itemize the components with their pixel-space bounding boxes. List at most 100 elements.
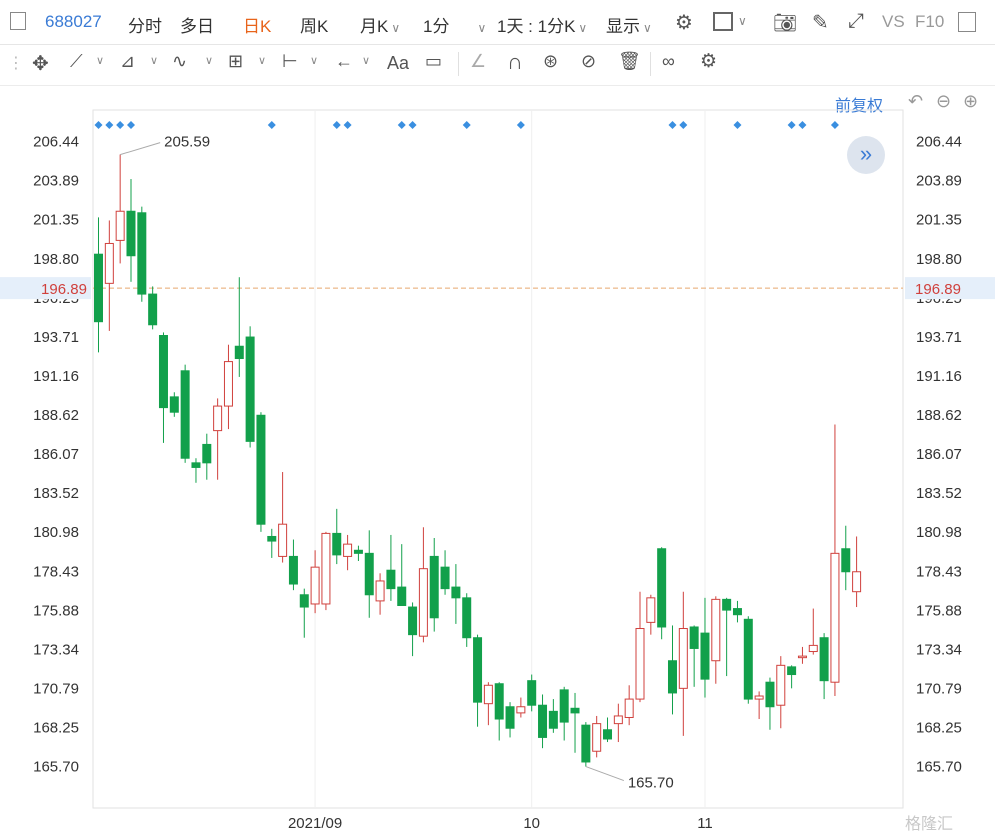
candle-body[interactable] [299, 594, 309, 608]
event-marker[interactable] [397, 121, 406, 129]
tab-duori[interactable]: 多日 [180, 12, 214, 37]
candle-body[interactable] [473, 637, 483, 703]
channel-tool-icon[interactable]: ⊿ [120, 51, 135, 72]
candle-body[interactable] [559, 689, 569, 723]
event-marker[interactable] [679, 121, 688, 129]
event-marker[interactable] [332, 121, 341, 129]
candle-body[interactable] [429, 555, 439, 619]
candle-body[interactable] [104, 242, 114, 284]
candle-body[interactable] [451, 586, 461, 599]
candle-body[interactable] [581, 724, 591, 763]
candle-body[interactable] [624, 698, 634, 718]
candle-body[interactable] [321, 532, 331, 605]
candle-body[interactable] [364, 552, 374, 596]
candle-body[interactable] [343, 543, 353, 557]
event-marker[interactable] [462, 121, 471, 129]
text-tool-icon[interactable]: Aa [387, 53, 409, 74]
candle-body[interactable] [570, 707, 580, 714]
candle-body[interactable] [819, 637, 829, 682]
settings-icon[interactable]: ⚙ [675, 10, 693, 35]
candle-body[interactable] [332, 532, 342, 556]
candle-body[interactable] [408, 606, 418, 636]
candle-body[interactable] [169, 396, 179, 413]
gear-icon[interactable]: ⚙ [700, 50, 717, 73]
candle-body[interactable] [418, 568, 428, 637]
candle-body[interactable] [548, 710, 558, 729]
candle-body[interactable] [505, 706, 515, 729]
drag-handle-icon[interactable]: ⋮ [8, 53, 24, 73]
fib-tool-icon[interactable]: ⊞ [228, 51, 243, 72]
candle-body[interactable] [765, 681, 775, 708]
candle-body[interactable] [592, 723, 602, 752]
candle-body[interactable] [787, 666, 797, 676]
candle-body[interactable] [667, 660, 677, 694]
candle-body[interactable] [613, 715, 623, 725]
candle-body[interactable] [148, 293, 158, 326]
candle-body[interactable] [646, 597, 656, 623]
candle-body[interactable] [213, 405, 223, 432]
candle-body[interactable] [732, 608, 742, 616]
candle-body[interactable] [711, 598, 721, 662]
candle-body[interactable] [797, 655, 807, 659]
candle-body[interactable] [223, 361, 233, 407]
angle-tool-icon[interactable]: ∠ [470, 51, 486, 72]
candle-body[interactable] [538, 704, 548, 738]
tab-1fen[interactable]: 1分 ∨ [423, 12, 486, 37]
event-marker[interactable] [798, 121, 807, 129]
period-select[interactable]: 1天 : 1分K ∨ [497, 12, 587, 37]
candle-body[interactable] [462, 597, 472, 639]
trash-icon[interactable]: 🗑︎ [618, 51, 641, 72]
candle-body[interactable] [256, 414, 266, 525]
candle-body[interactable] [657, 548, 667, 628]
candle-body[interactable] [375, 580, 385, 602]
sidebar-toggle-icon[interactable] [10, 12, 26, 30]
candle-body[interactable] [191, 462, 201, 468]
candle-body[interactable] [776, 664, 786, 706]
kline-chart[interactable]: 206.44 206.44 203.89 203.89 201.35 201.35 198.… [0, 86, 995, 840]
candle-body[interactable] [126, 210, 136, 257]
candle-body[interactable] [516, 706, 526, 714]
tab-yuek[interactable]: 月K ∨ [360, 12, 400, 37]
candle-body[interactable] [700, 632, 710, 680]
magnet-icon[interactable]: ∩ [507, 49, 523, 75]
tab-fenshi[interactable]: 分时 [128, 12, 162, 37]
event-marker[interactable] [787, 121, 796, 129]
camera-icon[interactable]: 📷︎ [773, 11, 797, 35]
fullscreen-icon[interactable]: ⤢ [848, 10, 864, 33]
candle-body[interactable] [158, 335, 168, 409]
event-marker[interactable] [116, 121, 125, 129]
square-icon[interactable] [713, 12, 733, 31]
wave-tool-icon[interactable]: ∿ [172, 51, 187, 72]
candle-body[interactable] [483, 684, 493, 705]
candle-body[interactable] [722, 598, 732, 611]
candle-body[interactable] [635, 628, 645, 700]
candle-body[interactable] [754, 695, 764, 700]
panel-icon[interactable] [958, 12, 976, 32]
pen-icon[interactable]: ✎ [812, 10, 829, 35]
candle-body[interactable] [234, 345, 244, 360]
vs-button[interactable]: VS [882, 12, 905, 32]
candle-body[interactable] [397, 586, 407, 607]
tab-zhouk[interactable]: 周K [300, 12, 328, 37]
range-tool-icon[interactable]: ⊢ [282, 51, 298, 72]
candle-body[interactable] [852, 571, 862, 593]
candle-body[interactable] [808, 644, 818, 653]
overlay-icon[interactable]: ∞ [662, 51, 675, 72]
lock-icon[interactable]: ⊛ [543, 51, 558, 72]
event-marker[interactable] [105, 121, 114, 129]
candle-body[interactable] [278, 523, 288, 557]
f10-button[interactable]: F10 [915, 12, 944, 32]
candle-body[interactable] [743, 618, 753, 700]
candle-body[interactable] [267, 535, 277, 542]
candle-body[interactable] [353, 549, 363, 554]
event-marker[interactable] [668, 121, 677, 129]
line-tool-icon[interactable]: ⟋ [70, 51, 83, 72]
candle-body[interactable] [202, 443, 212, 464]
event-marker[interactable] [408, 121, 417, 129]
candle-body[interactable] [115, 210, 125, 241]
event-marker[interactable] [733, 121, 742, 129]
candle-body[interactable] [310, 566, 320, 605]
candle-body[interactable] [180, 370, 190, 459]
display-menu[interactable]: 显示 ∨ [606, 12, 652, 37]
event-marker[interactable] [126, 121, 135, 129]
